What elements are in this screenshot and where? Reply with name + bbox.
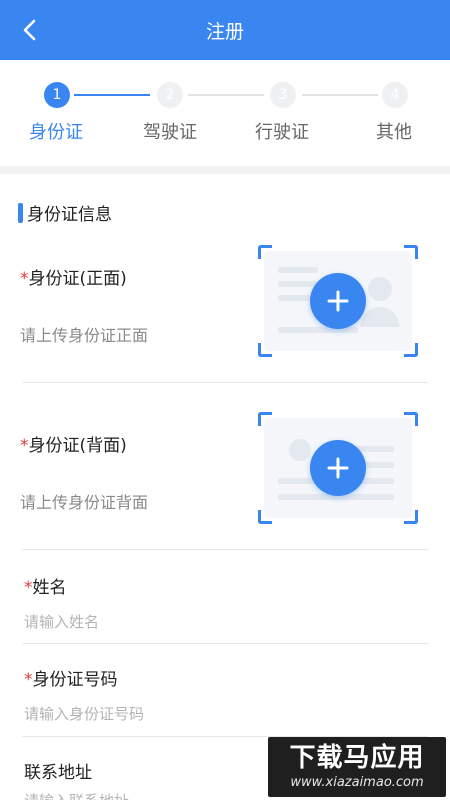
section-marker [18, 202, 23, 223]
watermark-url: www.xiazaimao.com [290, 774, 424, 790]
app-header: 注册 [0, 0, 450, 60]
section-title: 身份证信息 [27, 205, 112, 225]
required-mark: * [20, 269, 29, 289]
id-number-label: *身份证号码 [24, 665, 118, 690]
add-id-back-button[interactable] [310, 440, 366, 496]
id-number-input[interactable]: 请输入身份证号码 [24, 703, 144, 724]
id-back-label-text: 身份证(背面) [28, 436, 127, 456]
step-4-label: 其他 [376, 122, 412, 143]
frame-corner [258, 412, 272, 426]
id-front-upload[interactable] [258, 245, 418, 357]
address-input[interactable]: 请输入联系地址 [24, 790, 129, 800]
required-mark: * [20, 436, 29, 456]
name-label-text: 姓名 [32, 578, 67, 598]
step-3-dot: 3 [270, 82, 296, 108]
divider [22, 382, 428, 383]
step-4-dot: 4 [382, 82, 408, 108]
back-button[interactable] [14, 14, 46, 46]
name-label: *姓名 [24, 573, 67, 598]
id-back-upload[interactable] [258, 412, 418, 524]
frame-corner [404, 343, 418, 357]
divider [22, 549, 428, 550]
id-back-hint: 请上传身份证背面 [20, 493, 149, 512]
id-front-label: *身份证(正面) [20, 264, 127, 289]
address-label: 联系地址 [24, 763, 92, 783]
section-heading: 身份证信息 [18, 200, 112, 225]
step-connector-1 [74, 94, 150, 96]
required-mark: * [24, 578, 33, 598]
section-gap [0, 166, 450, 174]
divider [22, 643, 428, 644]
frame-corner [404, 412, 418, 426]
step-1-label: 身份证 [29, 122, 83, 143]
chevron-left-icon [23, 19, 36, 41]
step-2-label: 驾驶证 [143, 122, 197, 143]
id-front-label-text: 身份证(正面) [28, 269, 127, 289]
id-number-label-text: 身份证号码 [32, 670, 118, 690]
frame-corner [404, 245, 418, 259]
frame-corner [404, 510, 418, 524]
name-input[interactable]: 请输入姓名 [24, 611, 99, 632]
plus-icon [327, 290, 349, 312]
required-mark: * [24, 670, 33, 690]
step-connector-2 [188, 94, 264, 96]
step-connector-3 [302, 94, 378, 96]
step-1-dot: 1 [44, 82, 70, 108]
frame-corner [258, 510, 272, 524]
plus-icon [327, 457, 349, 479]
page-title: 注册 [205, 20, 244, 43]
step-indicator: 1 2 3 4 身份证 驾驶证 行驶证 其他 [0, 60, 450, 166]
step-2-dot: 2 [157, 82, 183, 108]
watermark-logo: 下载马应用 www.xiazaimao.com [268, 737, 446, 797]
step-3-label: 行驶证 [255, 122, 309, 143]
add-id-front-button[interactable] [310, 273, 366, 329]
id-back-label: *身份证(背面) [20, 431, 127, 456]
frame-corner [258, 245, 272, 259]
watermark-main-text: 下载马应用 [289, 742, 425, 773]
id-front-hint: 请上传身份证正面 [20, 326, 149, 345]
frame-corner [258, 343, 272, 357]
